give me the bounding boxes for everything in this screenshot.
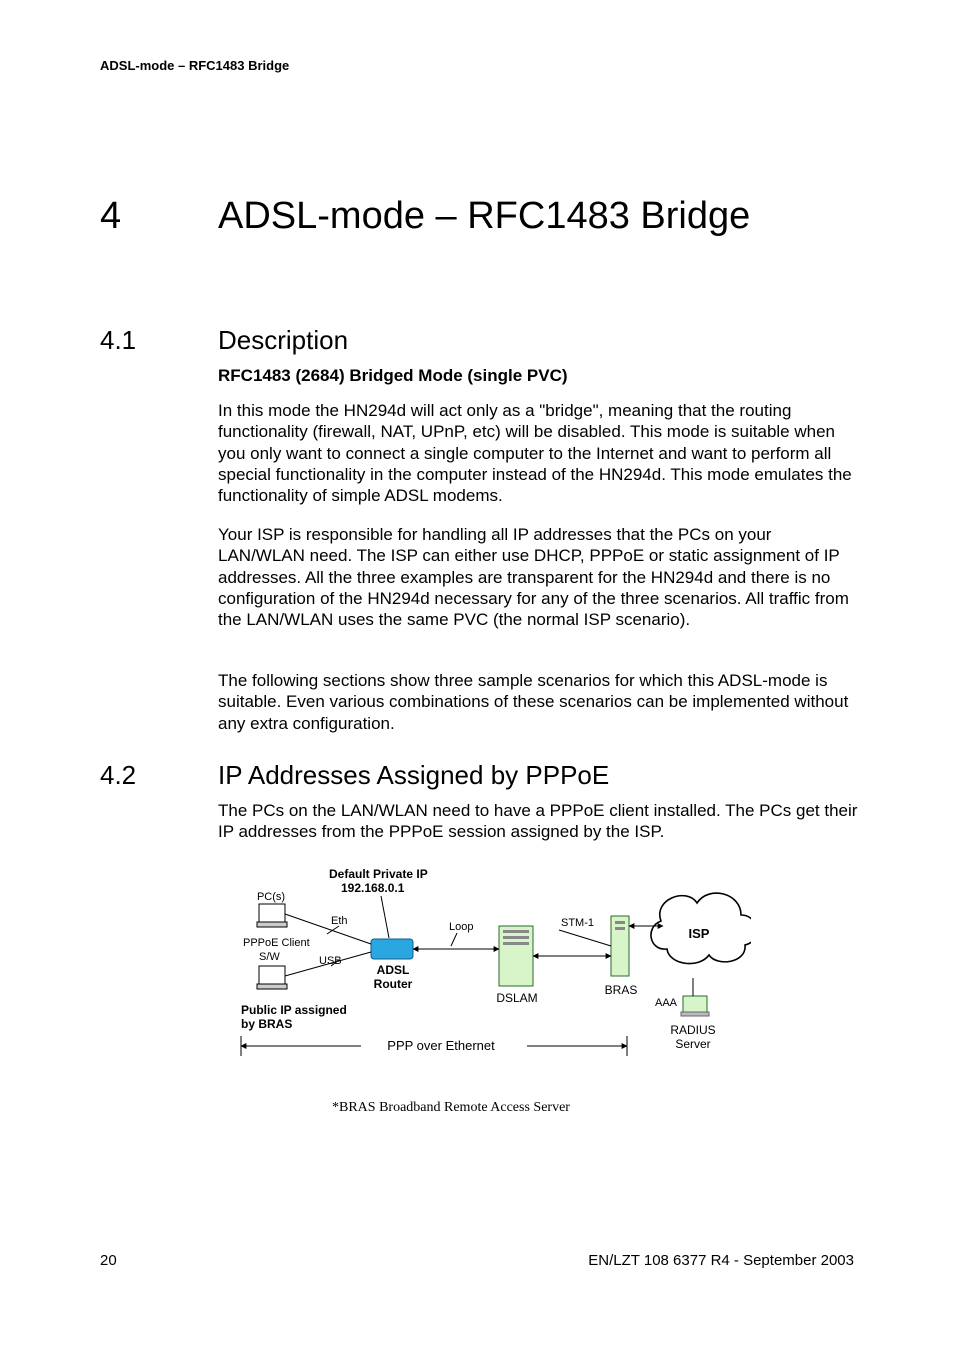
adsl-label-l2: Router <box>374 977 413 991</box>
paragraph: In this mode the HN294d will act only as… <box>218 400 858 506</box>
diagram-footnote: *BRAS Broadband Remote Access Server <box>332 1100 570 1116</box>
bras-label: BRAS <box>605 983 638 997</box>
adsl-label-l1: ADSL <box>377 963 410 977</box>
paragraph: Your ISP is responsible for handling all… <box>218 524 858 630</box>
network-diagram: ISP BRAS STM-1 DSLAM <box>231 866 751 1104</box>
section-4-1-heading: 4.1 Description <box>100 325 348 356</box>
section-title: Description <box>218 325 348 356</box>
paragraph: The PCs on the LAN/WLAN need to have a P… <box>218 800 858 843</box>
pcs-label: PC(s) <box>257 891 285 903</box>
section-title: IP Addresses Assigned by PPPoE <box>218 760 609 791</box>
dslam-icon: DSLAM <box>496 926 537 1005</box>
subheading-bridged-mode: RFC1483 (2684) Bridged Mode (single PVC) <box>218 365 858 386</box>
footer-doc-id: EN/LZT 108 6377 R4 - September 2003 <box>588 1252 854 1269</box>
default-ip-l2: 192.168.0.1 <box>341 881 405 895</box>
chapter-title: ADSL-mode – RFC1483 Bridge <box>218 195 750 238</box>
section-4-2-heading: 4.2 IP Addresses Assigned by PPPoE <box>100 760 609 791</box>
chapter-heading: 4 ADSL-mode – RFC1483 Bridge <box>100 195 750 238</box>
pc-icon <box>257 966 287 989</box>
page-number: 20 <box>100 1252 117 1269</box>
aaa-workstation-icon <box>681 978 709 1016</box>
running-head: ADSL-mode – RFC1483 Bridge <box>100 58 289 73</box>
isp-label: ISP <box>689 926 710 941</box>
paragraph: The following sections show three sample… <box>218 670 858 734</box>
radius-l2: Server <box>675 1037 710 1051</box>
pc-icon <box>257 904 287 927</box>
aaa-label: AAA <box>655 997 678 1009</box>
pub-ip-l2: by BRAS <box>241 1017 292 1031</box>
adsl-router-icon: ADSL Router <box>371 939 413 991</box>
page: ADSL-mode – RFC1483 Bridge 4 ADSL-mode –… <box>0 0 954 1351</box>
ppp-over-ethernet-label: PPP over Ethernet <box>387 1038 495 1053</box>
saw-label: S/W <box>259 951 280 963</box>
section-number: 4.2 <box>100 760 218 791</box>
chapter-number: 4 <box>100 195 218 238</box>
dslam-label: DSLAM <box>496 991 537 1005</box>
default-ip-l1: Default Private IP <box>329 867 428 881</box>
pub-ip-l1: Public IP assigned <box>241 1003 347 1017</box>
loop-label: Loop <box>449 921 473 933</box>
stm1-label: STM-1 <box>561 917 594 929</box>
pppoe-client-label: PPPoE Client <box>243 937 310 949</box>
section-number: 4.1 <box>100 325 218 356</box>
isp-cloud-icon: ISP <box>651 893 751 963</box>
radius-l1: RADIUS <box>670 1023 715 1037</box>
eth-label: Eth <box>331 915 348 927</box>
